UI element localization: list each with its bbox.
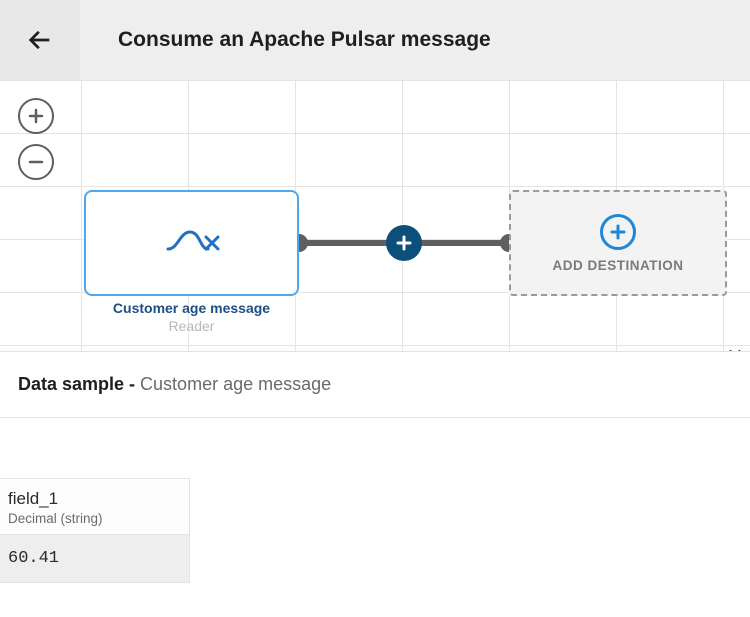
page-title: Consume an Apache Pulsar message — [118, 28, 491, 52]
reader-icon — [164, 225, 220, 262]
pipeline-edge — [299, 240, 509, 246]
canvas-resize-handle[interactable]: .. — [728, 336, 746, 351]
plus-icon — [395, 234, 413, 252]
add-destination-label: ADD DESTINATION — [553, 258, 684, 273]
arrow-left-icon — [26, 26, 54, 54]
add-destination-card[interactable]: ADD DESTINATION — [509, 190, 727, 296]
column-header[interactable]: field_1 Decimal (string) — [0, 478, 190, 535]
zoom-controls — [18, 98, 54, 180]
add-processor-button[interactable] — [386, 225, 422, 261]
add-destination-plus — [600, 214, 636, 250]
pipeline-flow: ADD DESTINATION — [84, 190, 750, 296]
table-cell[interactable]: 60.41 — [0, 535, 190, 583]
header-bar: Consume an Apache Pulsar message — [0, 0, 750, 80]
column-name: field_1 — [8, 489, 181, 509]
minus-icon — [27, 153, 45, 171]
source-node-labels: Customer age message Reader — [84, 300, 299, 334]
data-sample-prefix: Data sample - — [18, 374, 140, 394]
data-sample-panel: Data sample - Customer age message field… — [0, 351, 750, 583]
plus-icon — [27, 107, 45, 125]
zoom-out-button[interactable] — [18, 144, 54, 180]
zoom-in-button[interactable] — [18, 98, 54, 134]
data-sample-table: field_1 Decimal (string) 60.41 — [0, 418, 750, 583]
data-sample-header: Data sample - Customer age message — [0, 352, 750, 418]
source-node[interactable] — [84, 190, 299, 296]
plus-icon — [609, 223, 627, 241]
pipeline-canvas[interactable]: ADD DESTINATION Customer age message Rea… — [0, 80, 750, 351]
column-type: Decimal (string) — [8, 511, 181, 526]
back-button[interactable] — [0, 0, 80, 80]
data-sample-source: Customer age message — [140, 374, 331, 394]
source-node-subtitle: Reader — [84, 318, 299, 334]
source-node-title: Customer age message — [84, 300, 299, 316]
